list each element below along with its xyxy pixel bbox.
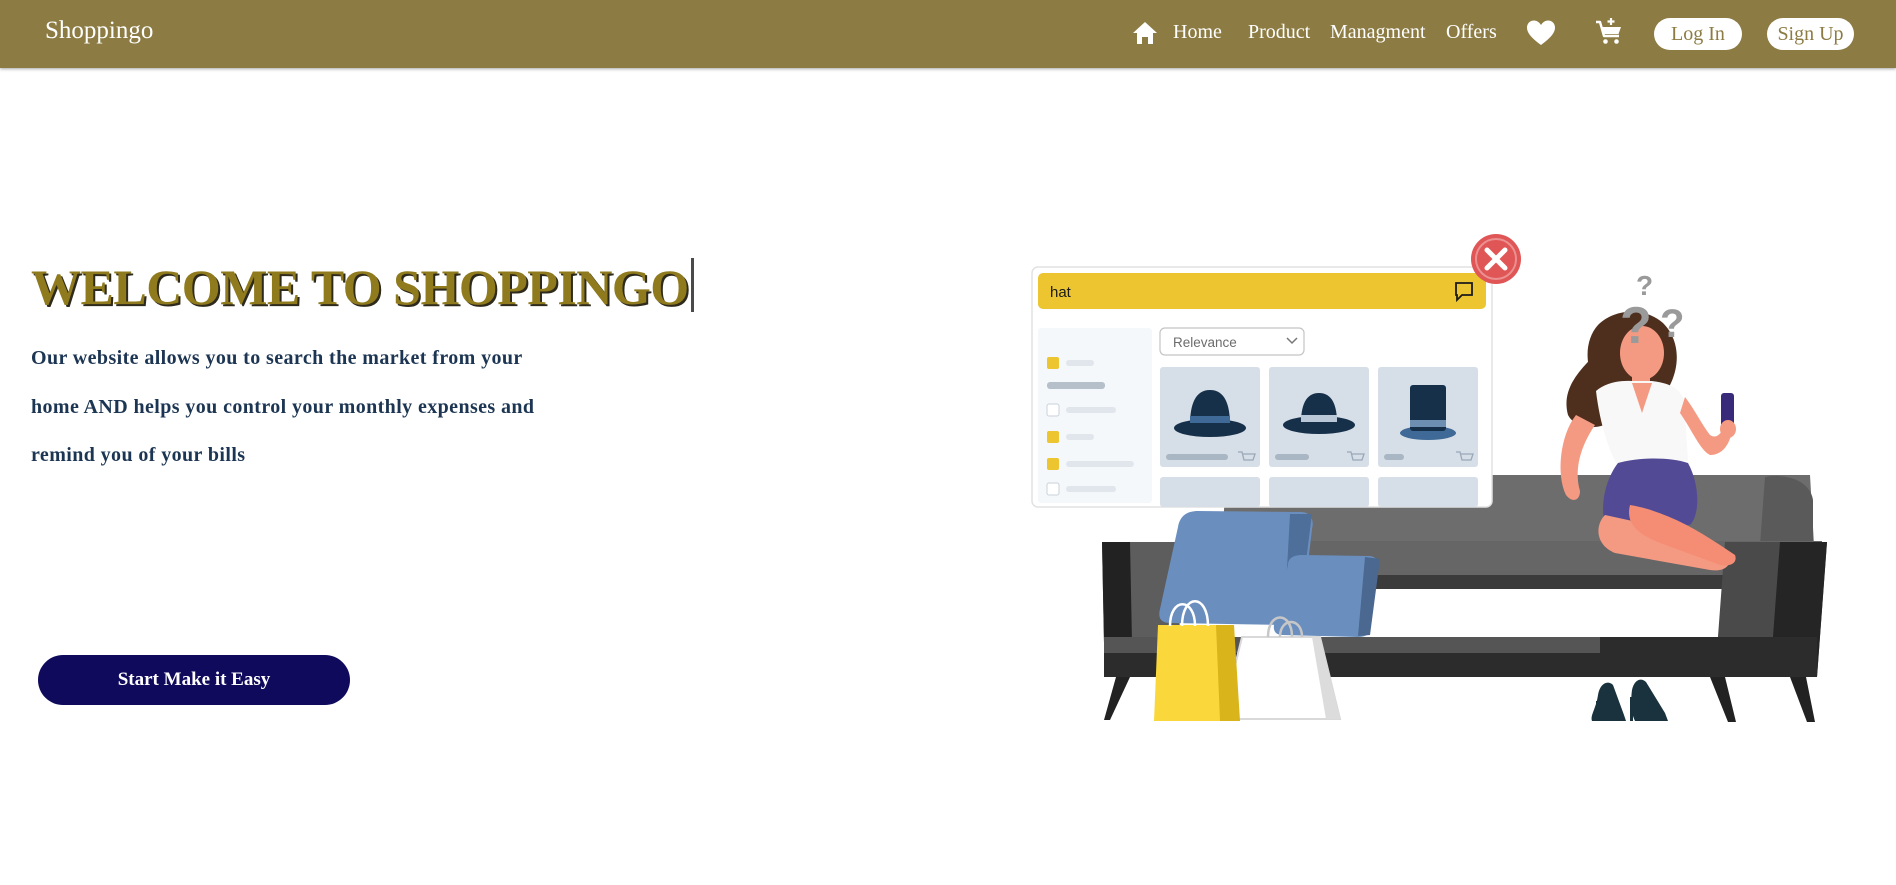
nav-offers-link[interactable]: Offers <box>1446 21 1497 44</box>
home-icon[interactable] <box>1131 20 1159 46</box>
hero-title: WELCOME TO SHOPPINGO <box>31 258 694 316</box>
search-query-text: hat <box>1050 284 1072 301</box>
svg-text:?: ? <box>1660 302 1684 346</box>
hero-title-text: WELCOME TO SHOPPINGO <box>31 259 689 315</box>
search-panel: hat Relevance <box>1031 266 1493 508</box>
login-button[interactable]: Log In <box>1654 18 1742 50</box>
heart-icon[interactable] <box>1526 19 1556 47</box>
signup-button[interactable]: Sign Up <box>1767 18 1854 50</box>
sort-select-text: Relevance <box>1173 335 1237 350</box>
start-button[interactable]: Start Make it Easy <box>38 655 350 705</box>
typing-cursor <box>690 258 694 312</box>
shopping-illustration: ? ? ? hat Relevance <box>1031 234 1827 722</box>
nav-home-link[interactable]: Home <box>1173 21 1222 44</box>
nav-management-link[interactable]: Managment <box>1330 21 1426 44</box>
cart-icon[interactable] <box>1594 17 1624 47</box>
close-icon <box>1471 234 1521 284</box>
svg-text:?: ? <box>1620 297 1652 355</box>
brand-logo[interactable]: Shoppingo <box>45 17 153 45</box>
top-navbar: Shoppingo Home Product Managment Offers … <box>0 0 1896 68</box>
nav-product-link[interactable]: Product <box>1248 21 1310 44</box>
svg-text:?: ? <box>1636 270 1653 301</box>
hero-description: Our website allows you to search the mar… <box>31 347 535 466</box>
